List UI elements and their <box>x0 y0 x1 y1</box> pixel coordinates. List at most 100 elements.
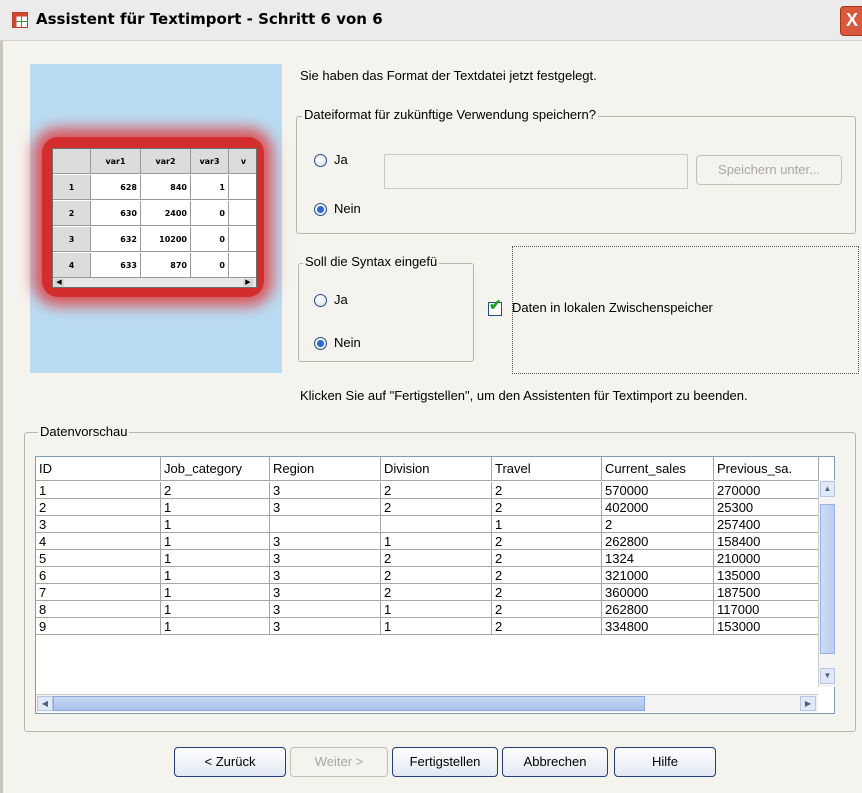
table-cell: 1 <box>492 516 602 533</box>
table-cell: 402000 <box>602 499 714 516</box>
table-cell: 1 <box>381 618 492 635</box>
illustration-cell: 1 <box>191 175 229 200</box>
column-header[interactable]: Job_category <box>161 457 270 481</box>
syntax-yes-label: Ja <box>334 292 348 307</box>
table-cell: 187500 <box>714 584 819 601</box>
table-cell: 2 <box>492 499 602 516</box>
table-cell: 135000 <box>714 567 819 584</box>
table-row: 1 2 3 2 2 570000 270000 <box>36 482 834 499</box>
save-yes-radio[interactable] <box>314 154 327 167</box>
scroll-down-icon[interactable]: ▼ <box>820 668 835 684</box>
table-cell: 3 <box>270 499 381 516</box>
column-header[interactable]: Previous_sa. <box>714 457 819 481</box>
table-row: 4 1 3 1 2 262800 158400 <box>36 533 834 550</box>
vertical-scrollbar[interactable]: ▲ ▼ <box>818 480 836 687</box>
illustration-row: 3 632 10200 0 <box>53 227 256 253</box>
table-cell: 1 <box>36 482 161 499</box>
syntax-no-label: Nein <box>334 335 361 350</box>
cache-checkbox-label[interactable]: Daten in lokalen Zwischenspeicher <box>512 300 713 315</box>
illustration-table: var1 var2 var3 v 1 628 840 1 2 630 2400 … <box>52 148 257 288</box>
table-row: 8 1 3 1 2 262800 117000 <box>36 601 834 618</box>
table-cell: 1 <box>161 550 270 567</box>
table-cell: 3 <box>270 601 381 618</box>
illustration-header-cell: var3 <box>191 149 229 174</box>
table-cell: 8 <box>36 601 161 618</box>
finish-button[interactable]: Fertigstellen <box>392 747 498 777</box>
illustration-cell: 870 <box>141 253 191 278</box>
table-cell: 158400 <box>714 533 819 550</box>
illustration-cell <box>229 227 256 252</box>
illustration-row: 4 633 870 0 <box>53 253 256 279</box>
table-cell: 360000 <box>602 584 714 601</box>
table-cell: 25300 <box>714 499 819 516</box>
table-cell: 321000 <box>602 567 714 584</box>
scroll-left-icon[interactable]: ◀ <box>37 696 53 711</box>
table-cell <box>270 516 381 533</box>
illustration-cell: 3 <box>53 227 91 252</box>
illustration-scroll-left-icon: ◀ <box>54 279 64 287</box>
back-button[interactable]: < Zurück <box>174 747 286 777</box>
column-header[interactable]: Travel <box>492 457 602 481</box>
column-header[interactable]: Current_sales <box>602 457 714 481</box>
table-cell: 257400 <box>714 516 819 533</box>
data-preview-table: ID Job_category Region Division Travel C… <box>35 456 835 714</box>
table-row: 5 1 3 2 2 1324 210000 <box>36 550 834 567</box>
illustration-scroll-right-icon: ▶ <box>243 279 253 287</box>
table-cell: 2 <box>492 601 602 618</box>
table-cell: 2 <box>381 567 492 584</box>
table-cell: 5 <box>36 550 161 567</box>
illustration-cell: 4 <box>53 253 91 278</box>
illustration-cell: 2 <box>53 201 91 226</box>
checkmark-icon: ✔ <box>489 297 502 314</box>
data-preview-title: Datenvorschau <box>38 424 130 439</box>
table-cell: 3 <box>270 567 381 584</box>
table-header-row: ID Job_category Region Division Travel C… <box>36 457 834 482</box>
illustration-header-cell: v <box>229 149 256 174</box>
table-row: 3 1 1 2 257400 <box>36 516 834 533</box>
table-cell: 2 <box>492 618 602 635</box>
illustration-cell: 0 <box>191 253 229 278</box>
illustration-row: 2 630 2400 0 <box>53 201 256 227</box>
scroll-up-icon[interactable]: ▲ <box>820 481 835 497</box>
table-cell: 3 <box>270 550 381 567</box>
table-cell: 3 <box>270 533 381 550</box>
horizontal-scrollbar[interactable]: ◀ ▶ <box>36 694 818 712</box>
help-button[interactable]: Hilfe <box>614 747 716 777</box>
column-header[interactable]: Region <box>270 457 381 481</box>
save-no-radio[interactable] <box>314 203 327 216</box>
table-cell: 1 <box>161 601 270 618</box>
window-title: Assistent für Textimport - Schritt 6 von… <box>36 10 383 28</box>
close-button[interactable]: X <box>840 6 862 36</box>
illustration-scrollbar: ◀ ▶ <box>53 277 256 287</box>
illustration-cell: 1 <box>53 175 91 200</box>
illustration-cell: 10200 <box>141 227 191 252</box>
save-format-group-title: Dateiformat für zukünftige Verwendung sp… <box>302 107 598 122</box>
table-cell: 3 <box>36 516 161 533</box>
horizontal-scroll-thumb[interactable] <box>53 696 645 711</box>
table-cell: 2 <box>381 584 492 601</box>
table-row: 2 1 3 2 2 402000 25300 <box>36 499 834 516</box>
table-cell: 262800 <box>602 601 714 618</box>
illustration-cell: 633 <box>91 253 141 278</box>
table-cell: 1324 <box>602 550 714 567</box>
illustration-cell: 0 <box>191 227 229 252</box>
vertical-scroll-thumb[interactable] <box>820 504 835 654</box>
illustration-header-cell: var2 <box>141 149 191 174</box>
syntax-yes-radio[interactable] <box>314 294 327 307</box>
title-bar: Assistent für Textimport - Schritt 6 von… <box>0 0 862 41</box>
table-cell: 6 <box>36 567 161 584</box>
illustration-row: 1 628 840 1 <box>53 175 256 201</box>
syntax-no-radio[interactable] <box>314 337 327 350</box>
table-cell: 4 <box>36 533 161 550</box>
cancel-button[interactable]: Abbrechen <box>502 747 608 777</box>
illustration-cell: 632 <box>91 227 141 252</box>
table-cell: 2 <box>492 533 602 550</box>
column-header[interactable]: ID <box>36 457 161 481</box>
scroll-right-icon[interactable]: ▶ <box>800 696 816 711</box>
table-cell: 2 <box>381 499 492 516</box>
column-header[interactable]: Division <box>381 457 492 481</box>
illustration-cell <box>229 175 256 200</box>
illustration-cell: 840 <box>141 175 191 200</box>
table-cell: 270000 <box>714 482 819 499</box>
table-row: 9 1 3 1 2 334800 153000 <box>36 618 834 635</box>
